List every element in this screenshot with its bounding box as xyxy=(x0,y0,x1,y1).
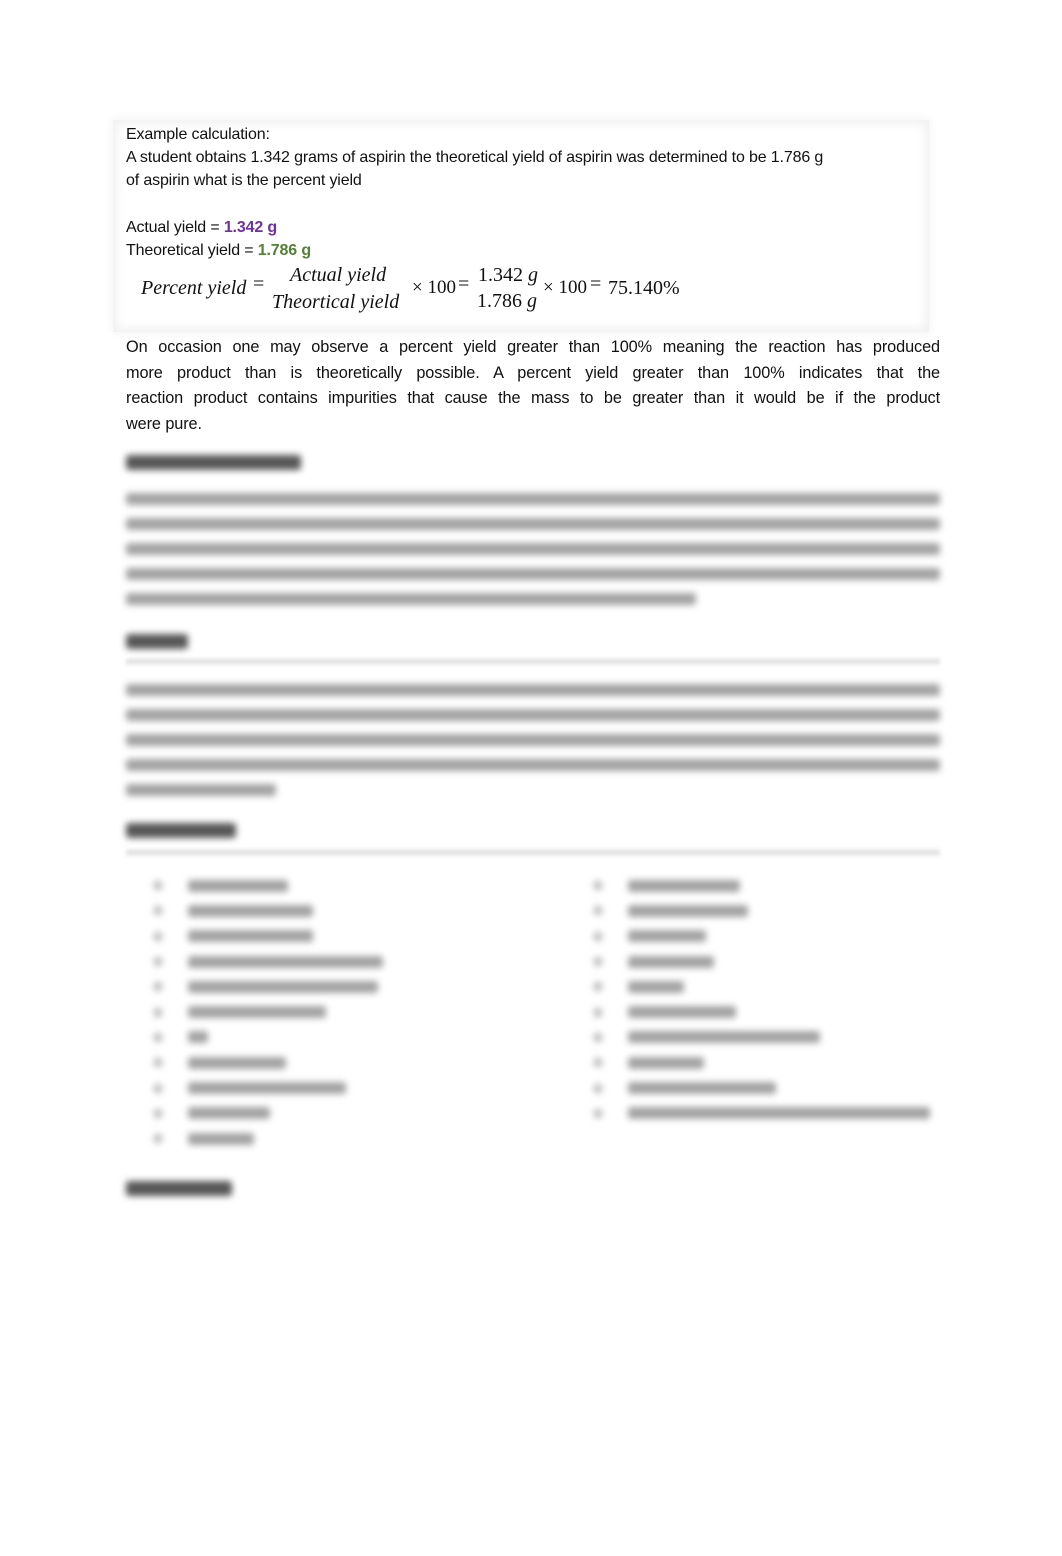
theoretical-yield-value: 1.786 g xyxy=(257,242,311,259)
safety-heading-rule xyxy=(126,659,940,664)
num-unit: g xyxy=(528,264,538,286)
equation-den-value: 1.786 g xyxy=(477,290,537,313)
equipment-list-right-blurred xyxy=(594,873,930,1126)
equipment-heading-rule xyxy=(126,850,940,855)
equation-times-100-2: × 100 xyxy=(543,277,587,298)
equation-num-value: 1.342 g xyxy=(478,264,538,287)
num-value: 1.342 xyxy=(478,264,523,286)
den-value: 1.786 xyxy=(477,290,522,312)
melting-point-text-blurred xyxy=(126,493,940,605)
example-heading: Example calculation: xyxy=(126,126,270,143)
actual-yield-label: Actual yield = xyxy=(126,219,224,236)
safety-heading-blurred xyxy=(126,634,188,649)
den-unit: g xyxy=(527,290,537,312)
over-100-paragraph: On occasion one may observe a percent yi… xyxy=(126,335,940,437)
paragraph-line-3: reaction product contains impurities tha… xyxy=(126,389,940,408)
example-problem-line-2: of aspirin what is the percent yield xyxy=(126,172,362,189)
theoretical-yield-label: Theoretical yield = xyxy=(126,242,258,259)
percent-yield-equation: Percent yield = Actual yield Theortical … xyxy=(141,263,741,319)
equation-numerator: Actual yield xyxy=(290,264,387,286)
equation-equals-2: = xyxy=(458,273,470,295)
equipment-heading-blurred xyxy=(126,823,236,838)
paragraph-line-2: more product than is theoretically possi… xyxy=(126,363,940,382)
next-section-heading-blurred xyxy=(126,1181,232,1196)
actual-yield-value: 1.342 g xyxy=(223,219,278,236)
equipment-list-left-blurred xyxy=(154,873,383,1151)
equation-equals-3: = xyxy=(590,273,602,295)
paragraph-line-1: On occasion one may observe a percent yi… xyxy=(126,338,940,356)
equation-denominator: Theortical yield xyxy=(272,291,400,313)
equation-result: 75.140% xyxy=(608,277,680,299)
document-page: Example calculation: A student obtains 1… xyxy=(0,0,1062,1556)
equation-lhs: Percent yield xyxy=(141,277,247,299)
actual-yield-line: Actual yield = 1.342 g xyxy=(126,216,277,239)
melting-point-heading-blurred xyxy=(126,455,301,470)
equation-equals-1: = xyxy=(253,273,265,295)
example-problem-line-1: A student obtains 1.342 grams of aspirin… xyxy=(126,149,824,166)
safety-text-blurred xyxy=(126,684,940,796)
paragraph-line-4: were pure. xyxy=(126,414,202,433)
theoretical-yield-line: Theoretical yield = 1.786 g xyxy=(126,239,311,262)
equation-times-100-1: × 100 xyxy=(412,277,456,298)
